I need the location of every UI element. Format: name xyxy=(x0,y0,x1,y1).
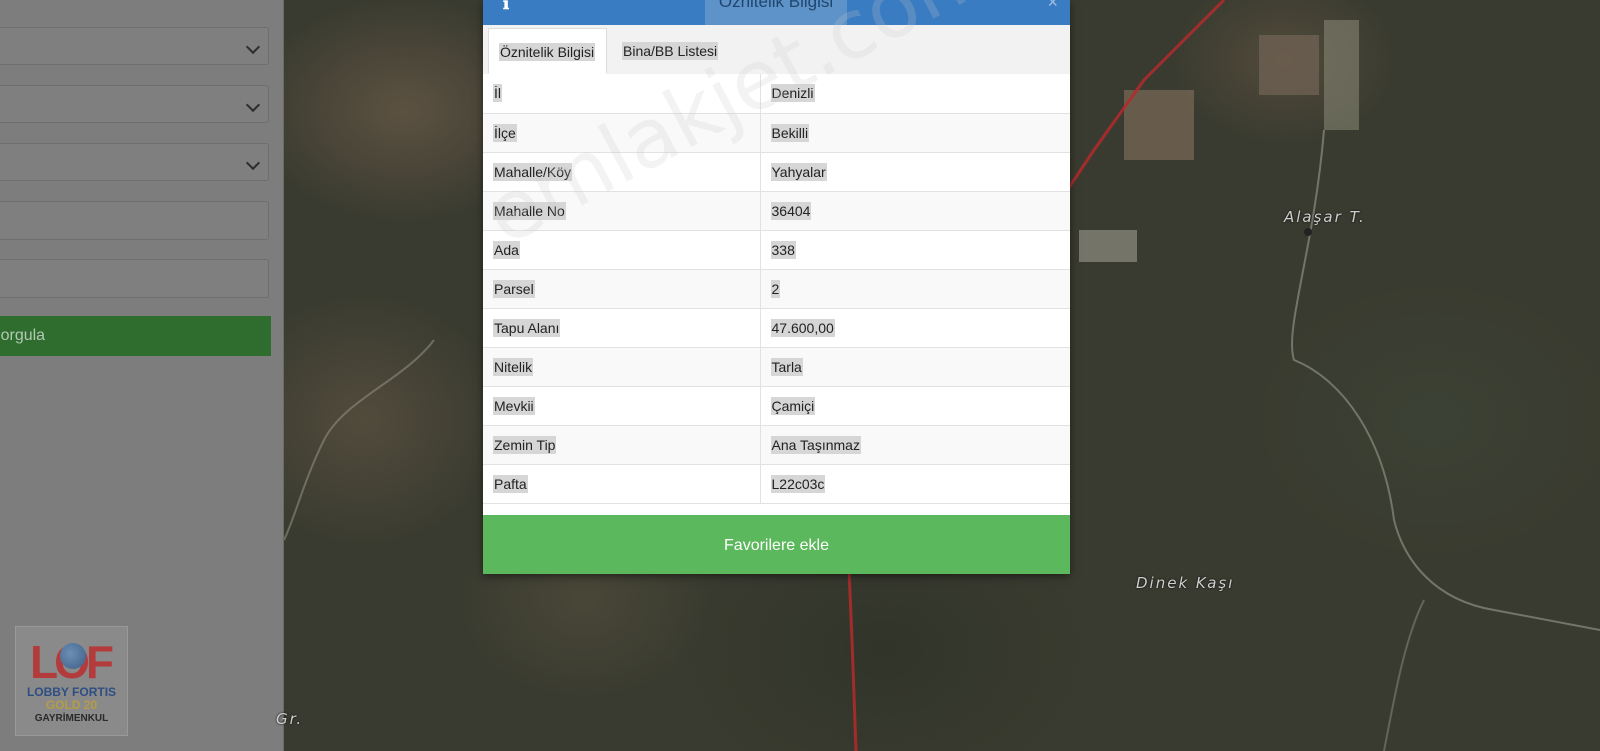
chevron-down-icon xyxy=(245,39,261,55)
attr-value: Bekilli xyxy=(760,113,1070,153)
road-line xyxy=(1291,129,1600,631)
table-row: İl Denizli xyxy=(483,74,1070,114)
attr-value-text: Ana Taşınmaz xyxy=(770,435,861,454)
map-label-alasar: Alaşar T. xyxy=(1284,208,1366,226)
field-patch xyxy=(1124,90,1194,160)
table-row: Tapu Alanı 47.600,00 xyxy=(483,308,1070,348)
parcel-input[interactable] xyxy=(0,259,269,298)
attr-value-text: 338 xyxy=(770,240,796,259)
table-row: Mahalle/Köy Yahyalar xyxy=(483,152,1070,192)
field-patch xyxy=(1324,20,1359,130)
logo-line-1: LOBBY FORTIS xyxy=(26,685,117,699)
field-patch xyxy=(1079,230,1137,262)
table-row: Mahalle No 36404 xyxy=(483,191,1070,231)
attr-key: Parsel xyxy=(483,269,761,309)
info-icon: ℹ xyxy=(503,0,510,13)
attr-value-text: Çamiçi xyxy=(770,396,816,415)
table-row: Pafta L22c03c xyxy=(483,464,1070,504)
attr-key-text: Zemin Tip xyxy=(493,435,557,454)
table-row: Ada 338 xyxy=(483,230,1070,270)
attr-key: Nitelik xyxy=(483,347,761,387)
attr-key: Mevkii xyxy=(483,386,761,426)
attr-key-text: Mahalle No xyxy=(493,201,566,220)
attr-value: 2 xyxy=(760,269,1070,309)
road-line xyxy=(1383,599,1425,751)
chevron-down-icon xyxy=(245,97,261,113)
tab-label: Bina/BB Listesi xyxy=(622,42,719,60)
table-row: İlçe Bekilli xyxy=(483,113,1070,153)
logo-line-3: GAYRİMENKUL xyxy=(34,713,109,724)
attr-value: 338 xyxy=(760,230,1070,270)
map-label-dinek: Dinek Kaşı xyxy=(1136,574,1235,592)
globe-icon xyxy=(60,643,86,669)
attr-key-text: Parsel xyxy=(493,279,535,298)
add-favorite-button[interactable]: Favorilere ekle xyxy=(483,515,1070,574)
tab-attribute-info[interactable]: Öznitelik Bilgisi xyxy=(488,28,607,74)
attr-value: Çamiçi xyxy=(760,386,1070,426)
attr-key: Ada xyxy=(483,230,761,270)
table-row: Mevkii Çamiçi xyxy=(483,386,1070,426)
modal-tabs: Öznitelik Bilgisi Bina/BB Listesi xyxy=(483,25,1070,75)
attr-key: İlçe xyxy=(483,113,761,153)
attr-key-text: İlçe xyxy=(493,123,517,142)
attr-value-text: 47.600,00 xyxy=(770,318,835,337)
attr-key-text: Nitelik xyxy=(493,357,534,376)
attr-key-text: İl xyxy=(493,84,502,103)
modal-title: Öznitelik Bilgisi xyxy=(705,0,847,25)
map-label-gr: Gr. xyxy=(276,710,304,728)
neighborhood-select[interactable] xyxy=(0,143,269,181)
table-row: Zemin Tip Ana Taşınmaz xyxy=(483,425,1070,465)
parcel-boundary xyxy=(847,569,858,751)
company-logo: LOF LOBBY FORTIS GOLD 20 GAYRİMENKUL xyxy=(15,626,128,736)
attr-value: Yahyalar xyxy=(760,152,1070,192)
attr-value: 36404 xyxy=(760,191,1070,231)
block-input[interactable] xyxy=(0,201,269,240)
attr-key: Pafta xyxy=(483,464,761,504)
attr-value: 47.600,00 xyxy=(760,308,1070,348)
attr-value-text: L22c03c xyxy=(770,474,826,493)
query-button-label: Sorgula xyxy=(0,327,46,344)
attr-key: Mahalle/Köy xyxy=(483,152,761,192)
query-panel: Sorgula LOF LOBBY FORTIS GOLD 20 GAYRİME… xyxy=(0,0,284,751)
attr-value-text: 2 xyxy=(770,279,781,298)
attr-key-text: Tapu Alanı xyxy=(493,318,561,337)
road-line xyxy=(284,339,435,541)
province-select[interactable] xyxy=(0,27,269,65)
attr-value: Tarla xyxy=(760,347,1070,387)
tab-label: Öznitelik Bilgisi xyxy=(499,43,596,61)
attr-value-text: Tarla xyxy=(770,357,803,376)
attr-key: Mahalle No xyxy=(483,191,761,231)
attr-value-text: Denizli xyxy=(770,84,815,103)
tab-building-list[interactable]: Bina/BB Listesi xyxy=(612,28,742,74)
logo-line-2: GOLD 20 xyxy=(45,698,98,712)
table-row: Nitelik Tarla xyxy=(483,347,1070,387)
table-row: Parsel 2 xyxy=(483,269,1070,309)
field-patch xyxy=(1259,35,1319,95)
attr-key-text: Mevkii xyxy=(493,396,535,415)
modal-header: ℹ Öznitelik Bilgisi × xyxy=(483,0,1070,25)
attr-key: İl xyxy=(483,74,761,114)
attr-key: Tapu Alanı xyxy=(483,308,761,348)
attr-key: Zemin Tip xyxy=(483,425,761,465)
attr-value: L22c03c xyxy=(760,464,1070,504)
attribute-table: İl Denizli İlçe Bekilli Mahalle/Köy Yahyala… xyxy=(483,74,1070,504)
attr-value: Ana Taşınmaz xyxy=(760,425,1070,465)
attr-key-text: Mahalle/Köy xyxy=(493,162,573,181)
attr-value-text: Bekilli xyxy=(770,123,810,142)
close-icon[interactable]: × xyxy=(1047,0,1058,13)
attr-key-text: Ada xyxy=(493,240,520,259)
peak-marker xyxy=(1304,228,1312,236)
query-button[interactable]: Sorgula xyxy=(0,316,271,356)
attr-value-text: 36404 xyxy=(770,201,812,220)
attr-value: Denizli xyxy=(760,74,1070,114)
attribute-modal: ℹ Öznitelik Bilgisi × Öznitelik Bilgisi … xyxy=(483,0,1070,574)
attr-value-text: Yahyalar xyxy=(770,162,827,181)
attr-key-text: Pafta xyxy=(493,474,528,493)
chevron-down-icon xyxy=(245,155,261,171)
district-select[interactable] xyxy=(0,85,269,123)
